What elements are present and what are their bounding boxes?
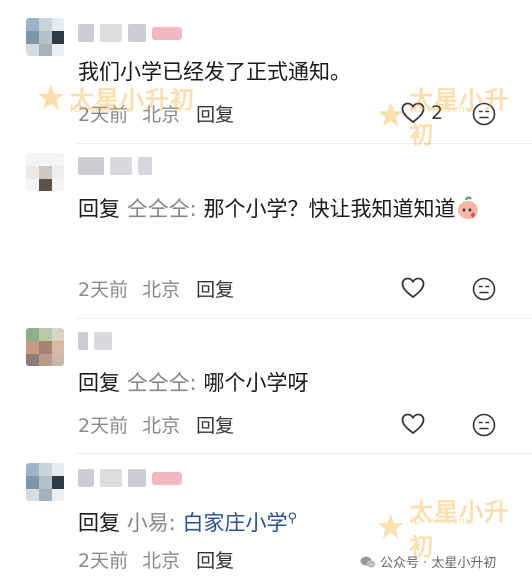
comment-text: 回复 仝仝仝: 那个小学？快让我知道知道 [78,192,518,226]
reply-button[interactable]: 回复 [196,411,234,438]
reply-button[interactable]: 回复 [196,275,234,302]
user-badge [152,26,182,40]
comment-location: 北京 [142,278,181,301]
brand-watermark: 太星小升初 ID:txxschu [36,80,195,115]
comment-meta: 2天前 北京 回复 [78,275,234,301]
peach-emoji-icon [458,196,479,219]
star-logo-icon [377,102,404,127]
avatar[interactable] [26,463,64,501]
divider [76,453,532,454]
avatar[interactable] [26,328,64,366]
wechat-icon [360,556,376,568]
comment-text: 回复 仝仝仝: 哪个小学呀 [78,366,518,400]
emoji-reaction-icon[interactable] [472,413,496,437]
emoji-reaction-icon[interactable] [472,277,496,301]
attribution-text: 公众号 · 太星小升初 [380,556,497,571]
watermark-id: ID:txxschu [410,516,474,527]
comment-meta: 2天前 北京 回复 [78,546,234,572]
user-badge [152,471,182,485]
username-obscured[interactable] [78,330,112,352]
like-button[interactable] [401,411,425,437]
reply-to-user[interactable]: 小易: [127,511,176,535]
like-button[interactable] [401,275,425,301]
search-icon[interactable]: ⚲ [287,511,297,526]
watermark-id: ID:txxschu [70,104,134,115]
watermark-brand: 太星小升初 [409,86,510,149]
reply-prefix: 回复 [78,371,120,395]
username-obscured[interactable] [78,22,182,44]
comment-time: 2天前 [78,414,129,437]
username-obscured[interactable] [78,467,182,489]
star-logo-icon [377,514,404,539]
star-logo-icon [38,84,64,110]
watermark-id: ID:txxschu [410,104,474,115]
reply-button[interactable]: 回复 [196,100,234,127]
username-obscured[interactable] [78,155,152,177]
comment-time: 2天前 [78,549,129,572]
school-mention-link[interactable]: 白家庄小学 [182,511,287,535]
comment-meta: 2天前 北京 回复 [78,411,234,437]
brand-watermark: 太星小升初 ID:txxschu [376,80,532,150]
heart-icon [401,277,425,299]
comment-body: 那个小学？快让我知道知道 [203,197,456,221]
reply-button[interactable]: 回复 [196,546,234,573]
avatar[interactable] [26,153,64,191]
account-attribution: 公众号 · 太星小升初 [360,552,496,571]
reply-prefix: 回复 [78,197,120,221]
reply-prefix: 回复 [78,511,120,535]
comment-time: 2天前 [78,278,129,301]
comment-body: 哪个小学呀 [203,371,309,395]
divider [76,318,532,319]
reply-to-user[interactable]: 仝仝仝: [127,197,197,221]
reply-to-user[interactable]: 仝仝仝: [127,371,197,395]
avatar[interactable] [26,18,64,56]
comment-location: 北京 [142,414,181,437]
heart-icon [401,413,425,435]
comment-location: 北京 [142,549,181,572]
